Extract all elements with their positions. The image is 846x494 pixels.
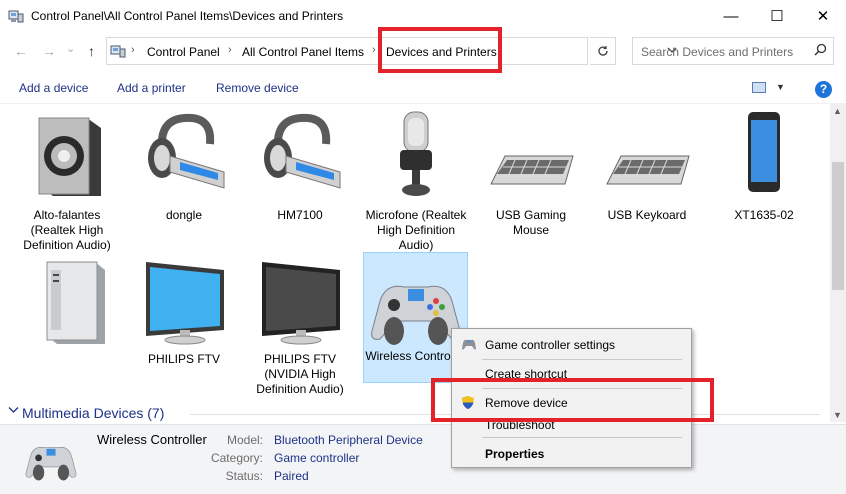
device-item[interactable]: USB Keykoard — [595, 110, 699, 260]
model-key: Model: — [226, 433, 263, 447]
model-value: Bluetooth Peripheral Device — [274, 433, 423, 447]
device-label: XT1635-02 — [734, 208, 794, 222]
breadcrumb-separator[interactable]: › — [131, 44, 135, 56]
minimize-button[interactable]: — — [708, 0, 754, 32]
scroll-down-icon[interactable]: ▼ — [833, 410, 842, 420]
vertical-scrollbar[interactable]: ▲ ▼ — [830, 104, 846, 422]
menu-item-label: Game controller settings — [485, 338, 616, 352]
keyboard-icon — [490, 155, 574, 185]
add-device-button[interactable]: Add a device — [19, 81, 88, 95]
scroll-up-icon[interactable]: ▲ — [833, 106, 842, 116]
headset-icon — [148, 113, 225, 189]
search-input[interactable]: Search Devices and Printers — [632, 37, 834, 65]
device-item[interactable]: HM7100 — [248, 110, 352, 260]
breadcrumb-control-panel[interactable]: Control Panel — [147, 45, 220, 59]
monitor-icon — [146, 262, 224, 345]
menu-separator — [482, 437, 682, 438]
command-bar: Add a device Add a printer Remove device… — [0, 72, 846, 104]
gamepad-icon — [25, 447, 77, 481]
device-label: USB Keykoard — [607, 208, 687, 222]
game-controller-icon — [461, 337, 477, 354]
menu-item-game-controller-settings[interactable]: Game controller settings — [452, 333, 691, 357]
details-pane: Wireless Controller Model: Bluetooth Per… — [0, 424, 846, 494]
search-icon[interactable] — [814, 43, 827, 59]
device-item[interactable]: USB Gaming Mouse — [479, 110, 583, 260]
window-title: Control Panel\All Control Panel Items\De… — [31, 9, 344, 23]
view-options-dropdown-icon[interactable]: ▼ — [776, 82, 785, 92]
device-item[interactable] — [15, 254, 119, 384]
status-key: Status: — [225, 469, 263, 483]
collapse-chevron-icon[interactable] — [8, 405, 19, 417]
devices-printers-app-icon — [8, 9, 24, 26]
tv-icon — [262, 262, 340, 345]
keyboard-icon — [606, 155, 690, 185]
menu-separator — [482, 359, 682, 360]
group-label: Multimedia Devices (7) — [22, 405, 165, 421]
device-label: PHILIPS FTV — [147, 352, 221, 366]
forward-arrow-icon[interactable]: → — [42, 43, 56, 59]
device-item[interactable]: Microfone (Realtek High Definition Audio… — [364, 110, 468, 260]
computer-tower-icon — [46, 261, 105, 344]
address-bar[interactable]: › Control Panel › All Control Panel Item… — [106, 37, 677, 65]
breadcrumb-all-items[interactable]: All Control Panel Items — [242, 45, 364, 59]
device-item[interactable]: Alto-falantes (Realtek High Definition A… — [15, 110, 119, 260]
menu-item-label: Properties — [485, 447, 545, 461]
help-icon[interactable]: ? — [815, 81, 832, 98]
add-printer-button[interactable]: Add a printer — [117, 81, 186, 95]
change-view-icon[interactable] — [752, 82, 766, 93]
phone-icon — [748, 112, 780, 192]
menu-item-properties[interactable]: Properties — [452, 442, 691, 466]
microphone-icon — [400, 111, 432, 196]
device-item[interactable]: XT1635-02 — [712, 110, 816, 260]
maximize-button[interactable]: ☐ — [754, 0, 800, 32]
search-placeholder: Search Devices and Printers — [641, 45, 794, 59]
gamepad-icon — [370, 285, 461, 345]
device-label: dongle — [165, 208, 203, 222]
scroll-thumb[interactable] — [832, 162, 844, 290]
category-value: Game controller — [274, 451, 360, 465]
devices-printers-location-icon — [110, 44, 126, 61]
breadcrumb-separator[interactable]: › — [228, 44, 232, 56]
back-arrow-icon[interactable]: ← — [14, 43, 28, 59]
category-key: Category: — [210, 451, 263, 465]
highlight-box-breadcrumb — [378, 27, 502, 73]
device-label: USB Gaming Mouse — [495, 208, 567, 237]
highlight-box-remove-device — [431, 378, 714, 422]
device-item[interactable]: PHILIPS FTV (NVIDIA High Definition Audi… — [248, 254, 352, 396]
remove-device-button[interactable]: Remove device — [216, 81, 299, 95]
headset-icon — [264, 113, 341, 189]
device-label: Alto-falantes (Realtek High Definition A… — [23, 208, 111, 252]
recent-locations-chevron-icon[interactable]: ⌄ — [66, 42, 75, 55]
device-item[interactable]: PHILIPS FTV — [132, 254, 236, 384]
close-button[interactable]: ✕ — [800, 0, 846, 32]
status-value: Paired — [274, 469, 309, 483]
refresh-icon[interactable] — [590, 37, 616, 65]
up-arrow-icon[interactable]: ↑ — [88, 43, 95, 59]
device-label: PHILIPS FTV (NVIDIA High Definition Audi… — [256, 352, 344, 396]
devices-view: Alto-falantes (Realtek High Definition A… — [0, 104, 830, 422]
speaker-icon — [38, 117, 101, 196]
device-label: HM7100 — [277, 208, 323, 222]
breadcrumb-separator[interactable]: › — [372, 44, 376, 56]
device-item[interactable]: dongle — [132, 110, 236, 260]
device-label: Microfone (Realtek High Definition Audio… — [365, 208, 467, 252]
